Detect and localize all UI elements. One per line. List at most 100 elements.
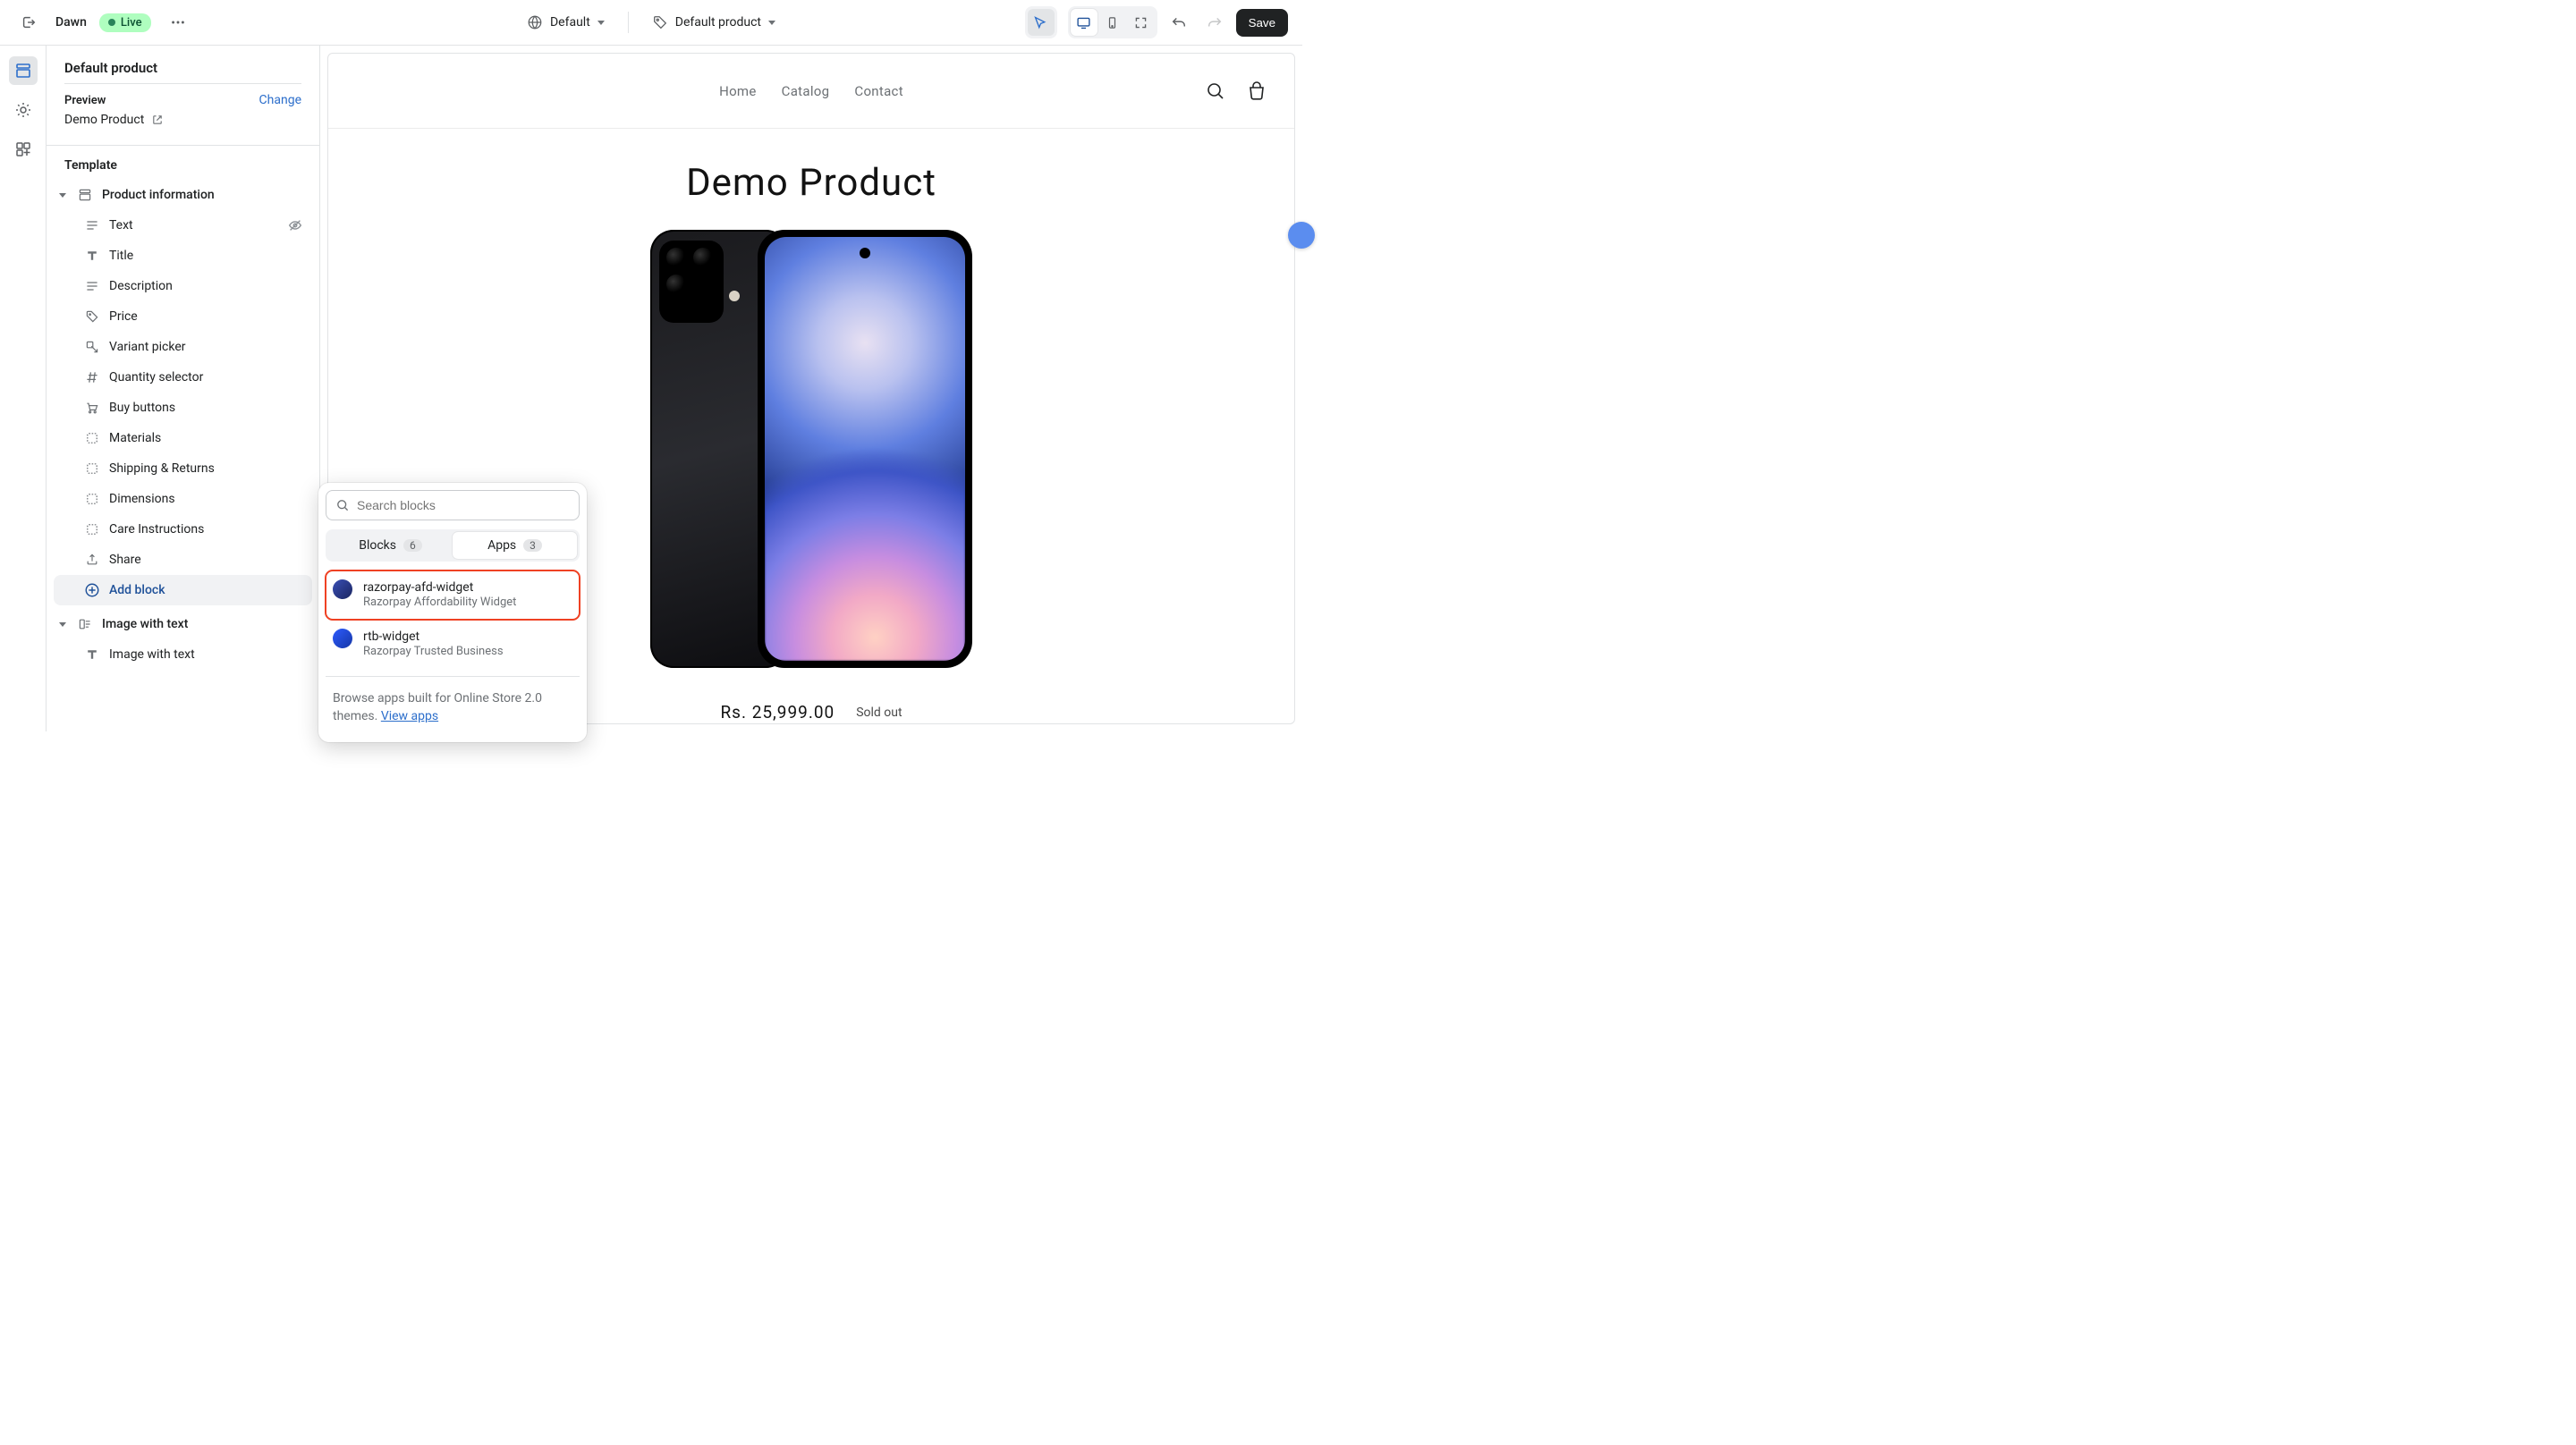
theme-settings-tab[interactable]: [9, 96, 38, 124]
text-lines-icon: [84, 278, 100, 294]
search-blocks-field[interactable]: [326, 490, 580, 520]
device-preview-group: [1068, 6, 1157, 38]
view-apps-link[interactable]: View apps: [381, 709, 438, 723]
title-icon: [84, 248, 100, 264]
globe-icon: [527, 14, 543, 30]
block-title[interactable]: Title: [54, 241, 312, 271]
block-text[interactable]: Text: [54, 210, 312, 241]
app-embeds-tab[interactable]: [9, 135, 38, 164]
change-preview-link[interactable]: Change: [259, 93, 301, 107]
divider: [326, 676, 580, 677]
sections-tab[interactable]: [9, 56, 38, 85]
search-icon[interactable]: [1205, 80, 1226, 102]
camera-module-illustration: [659, 241, 724, 323]
search-input[interactable]: [357, 498, 570, 512]
cart-icon[interactable]: [1246, 80, 1267, 102]
save-button[interactable]: Save: [1236, 9, 1288, 37]
tag-icon: [652, 14, 668, 30]
sidebar-title: Default product: [64, 60, 301, 76]
hidden-icon[interactable]: [287, 217, 303, 233]
title-icon: [84, 646, 100, 663]
theme-name: Dawn: [55, 15, 87, 30]
block-label: Care Instructions: [109, 522, 204, 537]
inspector-button[interactable]: [1028, 9, 1055, 36]
more-actions-button[interactable]: [164, 8, 192, 37]
external-link-icon: [151, 114, 164, 126]
product-price: Rs. 25,999.00: [720, 702, 835, 722]
block-label: Quantity selector: [109, 370, 203, 384]
block-quantity-selector[interactable]: Quantity selector: [54, 362, 312, 393]
topbar-left: Dawn Live: [14, 8, 192, 37]
app-item-razorpay-afd[interactable]: razorpay-afd-widget Razorpay Affordabili…: [326, 570, 580, 620]
share-icon: [84, 552, 100, 568]
block-apps-tabs: Blocks 6 Apps 3: [326, 529, 580, 562]
variant-icon: [84, 339, 100, 355]
product-title: Demo Product: [346, 161, 1276, 205]
block-price[interactable]: Price: [54, 301, 312, 332]
add-block-button[interactable]: Add block: [54, 575, 312, 605]
section-image-with-text[interactable]: Image with text: [54, 609, 312, 639]
separator: [628, 12, 629, 33]
live-label: Live: [121, 16, 142, 30]
desktop-view-button[interactable]: [1071, 9, 1097, 36]
block-share[interactable]: Share: [54, 545, 312, 575]
preview-product-link[interactable]: Demo Product: [47, 107, 319, 141]
tab-blocks-count: 6: [403, 539, 422, 552]
text-lines-icon: [84, 217, 100, 233]
block-label: Text: [109, 218, 133, 232]
block-label: Variant picker: [109, 340, 185, 354]
topbar-right: Save: [1025, 6, 1288, 38]
collapsible-icon: [84, 430, 100, 446]
app-item-subtitle: Razorpay Affordability Widget: [363, 596, 516, 611]
block-label: Price: [109, 309, 138, 324]
preview-product-name: Demo Product: [64, 113, 144, 127]
template-heading: Template: [47, 146, 319, 180]
floating-help-badge[interactable]: [1288, 222, 1315, 249]
section-label: Image with text: [102, 617, 188, 631]
preview-label: Preview: [64, 94, 106, 107]
default-context-dropdown[interactable]: Default: [521, 11, 610, 34]
block-materials[interactable]: Materials: [54, 423, 312, 453]
exit-button[interactable]: [14, 8, 43, 37]
section-product-information[interactable]: Product information: [54, 180, 312, 210]
popover-footer: Browse apps built for Online Store 2.0 t…: [326, 684, 580, 735]
app-item-name: rtb-widget: [363, 629, 504, 645]
block-image-with-text[interactable]: Image with text: [54, 639, 312, 670]
live-dot-icon: [108, 19, 115, 26]
nav-link-contact[interactable]: Contact: [854, 83, 903, 99]
collapsible-icon: [84, 461, 100, 477]
fullscreen-view-button[interactable]: [1128, 9, 1155, 36]
block-label: Materials: [109, 431, 161, 445]
block-buy-buttons[interactable]: Buy buttons: [54, 393, 312, 423]
sold-out-badge: Sold out: [856, 706, 902, 720]
block-description[interactable]: Description: [54, 271, 312, 301]
block-label: Image with text: [109, 647, 195, 662]
block-dimensions[interactable]: Dimensions: [54, 484, 312, 514]
mobile-view-button[interactable]: [1099, 9, 1126, 36]
undo-button[interactable]: [1165, 8, 1193, 37]
nav-link-home[interactable]: Home: [719, 83, 757, 99]
section-icon: [77, 187, 93, 203]
app-item-rtb[interactable]: rtb-widget Razorpay Trusted Business: [326, 620, 580, 669]
storefront-nav: Home Catalog Contact: [719, 83, 903, 99]
app-item-name: razorpay-afd-widget: [363, 579, 516, 596]
default-context-label: Default: [550, 15, 590, 30]
block-shipping-returns[interactable]: Shipping & Returns: [54, 453, 312, 484]
collapsible-icon: [84, 491, 100, 507]
section-tree: Product information Text Title Descripti…: [47, 180, 319, 688]
sidebar: Default product Preview Change Demo Prod…: [47, 46, 320, 731]
block-variant-picker[interactable]: Variant picker: [54, 332, 312, 362]
tab-blocks[interactable]: Blocks 6: [328, 532, 453, 559]
inspector-toggle-group: [1025, 6, 1057, 38]
left-rail: [0, 46, 47, 731]
block-care-instructions[interactable]: Care Instructions: [54, 514, 312, 545]
block-label: Shipping & Returns: [109, 461, 215, 476]
caret-down-icon: [59, 622, 66, 627]
redo-button[interactable]: [1200, 8, 1229, 37]
tab-apps-label: Apps: [487, 538, 516, 553]
block-label: Buy buttons: [109, 401, 175, 415]
app-list: razorpay-afd-widget Razorpay Affordabili…: [326, 570, 580, 669]
nav-link-catalog[interactable]: Catalog: [782, 83, 830, 99]
template-dropdown[interactable]: Default product: [647, 11, 781, 34]
tab-apps[interactable]: Apps 3: [453, 532, 577, 559]
